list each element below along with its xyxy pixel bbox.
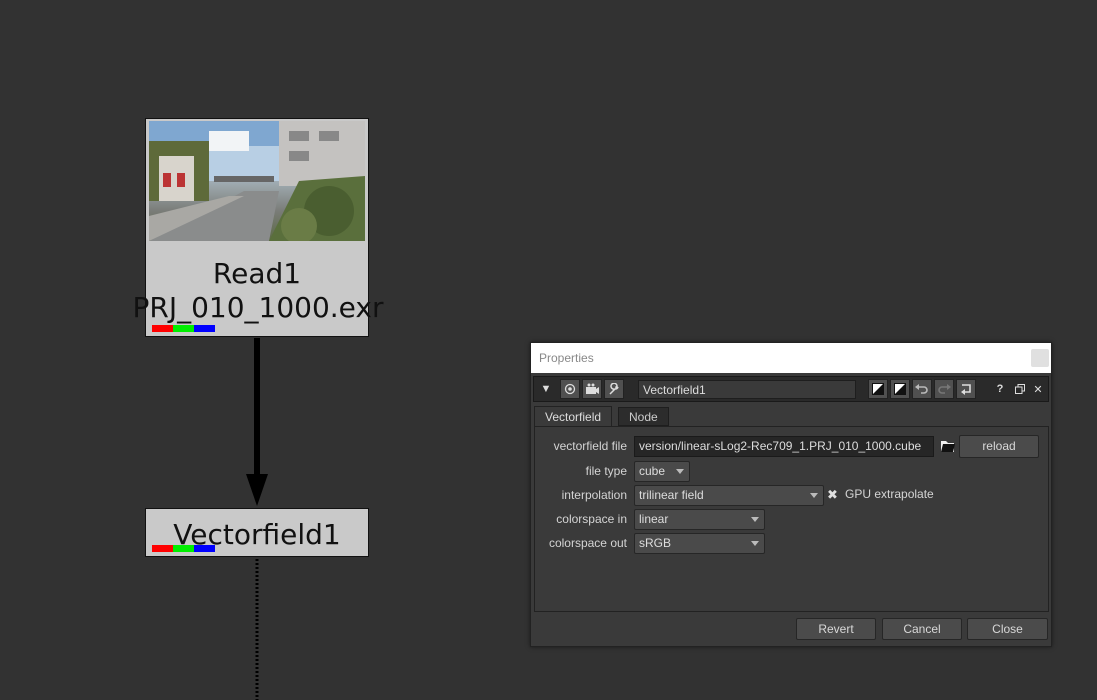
chevron-down-icon — [751, 517, 759, 522]
interpolation-label: interpolation — [561, 488, 627, 502]
chevron-down-icon — [676, 469, 684, 474]
read-node-thumbnail — [149, 121, 365, 241]
channel-blue-indicator — [194, 325, 215, 332]
wrench-icon[interactable] — [604, 379, 624, 399]
gpu-extrapolate-checkbox[interactable]: ✖ — [826, 488, 839, 501]
float-panel-icon[interactable] — [1010, 379, 1030, 399]
close-panel-icon[interactable]: ✕ — [1028, 379, 1048, 399]
close-button[interactable]: Close — [967, 618, 1048, 640]
color-swatch-left-icon[interactable] — [868, 379, 888, 399]
channel-red-indicator — [152, 325, 173, 332]
colorspace-in-label: colorspace in — [556, 512, 627, 526]
color-swatch-right-icon[interactable] — [890, 379, 910, 399]
chevron-down-icon — [810, 493, 818, 498]
channel-green-indicator — [173, 325, 194, 332]
node-toolbar: ▼ Vectorfield1 ? ✕ — [533, 376, 1049, 402]
titlebar-close-button[interactable] — [1031, 349, 1049, 367]
tab-node[interactable]: Node — [618, 407, 669, 426]
colorspace-in-dropdown[interactable]: linear — [634, 509, 765, 530]
properties-titlebar[interactable]: Properties — [531, 343, 1051, 373]
node-name-field[interactable]: Vectorfield1 — [638, 380, 856, 399]
colorspace-out-dropdown[interactable]: sRGB — [634, 533, 765, 554]
help-icon[interactable]: ? — [990, 379, 1010, 399]
file-type-dropdown[interactable]: cube — [634, 461, 690, 482]
vectorfield-file-input[interactable]: version/linear-sLog2-Rec709_1.PRJ_010_10… — [634, 436, 934, 457]
revert-knobs-icon[interactable] — [956, 379, 976, 399]
view-node-icon[interactable] — [560, 379, 580, 399]
revert-button[interactable]: Revert — [796, 618, 876, 640]
vectorfield-file-label: vectorfield file — [553, 439, 627, 453]
read-node[interactable]: Read1 PRJ_010_1000.exr — [132, 118, 384, 337]
read-node-name: Read1 — [212, 257, 302, 290]
collapse-toggle-icon[interactable]: ▼ — [536, 379, 556, 399]
properties-title: Properties — [539, 351, 594, 365]
channel-blue-indicator — [194, 545, 215, 552]
chevron-down-icon — [751, 541, 759, 546]
properties-panel: Properties ▼ Vectorfield1 ? ✕ Vectorfiel… — [530, 342, 1052, 647]
file-type-label: file type — [585, 464, 627, 478]
interpolation-dropdown[interactable]: trilinear field — [634, 485, 824, 506]
tab-vectorfield[interactable]: Vectorfield — [534, 406, 613, 427]
vectorfield-node[interactable]: Vectorfield1 — [145, 508, 369, 557]
channel-red-indicator — [152, 545, 173, 552]
camera-icon[interactable] — [582, 379, 602, 399]
undo-icon[interactable] — [912, 379, 932, 399]
colorspace-out-label: colorspace out — [548, 536, 627, 550]
gpu-extrapolate-label: GPU extrapolate — [845, 487, 934, 501]
folder-icon[interactable] — [940, 438, 956, 454]
read-node-filename: PRJ_010_1000.exr — [132, 291, 384, 324]
cancel-button[interactable]: Cancel — [882, 618, 962, 640]
redo-icon[interactable] — [934, 379, 954, 399]
connection-arrow[interactable] — [0, 0, 520, 700]
channel-green-indicator — [173, 545, 194, 552]
vectorfield-tab-content: vectorfield file version/linear-sLog2-Re… — [534, 426, 1049, 612]
reload-button[interactable]: reload — [959, 435, 1039, 458]
